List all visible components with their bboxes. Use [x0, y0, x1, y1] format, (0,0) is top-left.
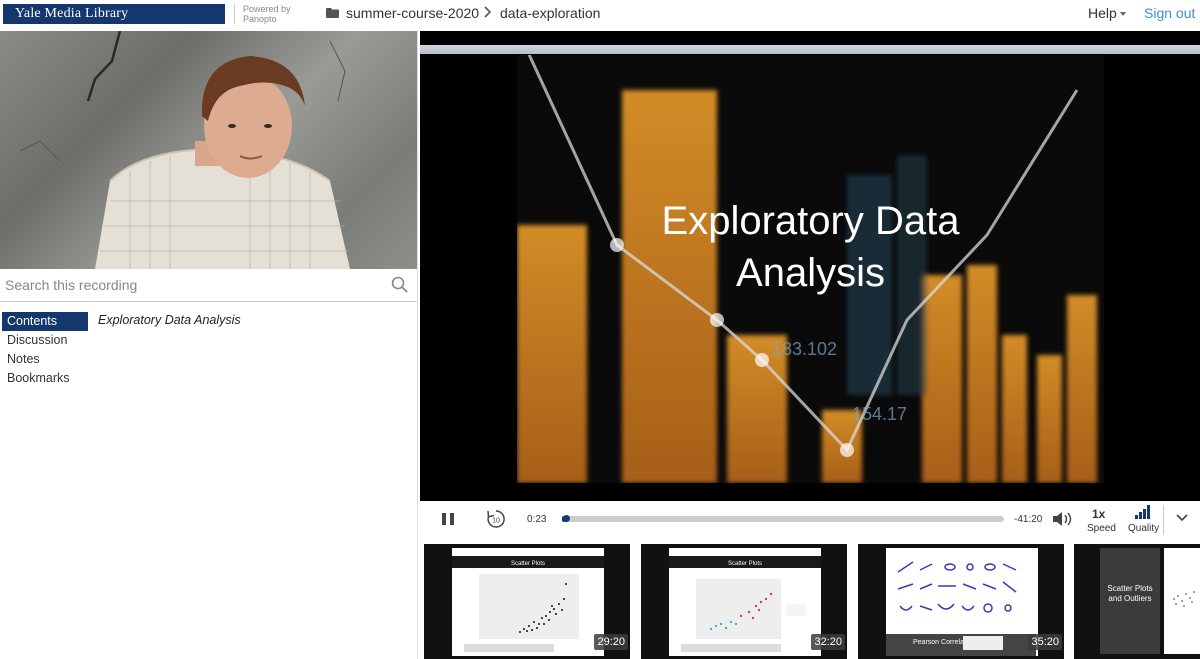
quality-bars-icon[interactable] — [1135, 505, 1151, 519]
seek-bar-handle[interactable] — [563, 515, 570, 522]
yale-media-library-logo[interactable]: Yale Media Library — [3, 4, 225, 24]
screen-menubar — [420, 45, 1200, 54]
top-header: Yale Media Library Powered by Panopto su… — [0, 0, 1200, 31]
search-bar — [0, 269, 417, 302]
sidebar-tabs: Contents Discussion Notes Bookmarks — [2, 312, 88, 388]
divider — [1163, 505, 1164, 535]
slide-title: Exploratory Data Analysis — [517, 195, 1104, 299]
presenter-webcam-video[interactable] — [0, 31, 417, 269]
remaining-time: -41:20 — [1014, 514, 1043, 525]
panopto-line: Panopto — [243, 14, 277, 24]
powered-by-line: Powered by — [243, 4, 291, 14]
quality-label[interactable]: Quality — [1128, 523, 1159, 534]
chevron-right-icon — [484, 6, 492, 18]
sign-out-link[interactable]: Sign out — [1144, 5, 1195, 21]
rewind-10-icon[interactable]: 10 — [486, 509, 506, 529]
caret-down-icon — [1120, 12, 1126, 16]
left-panel: Contents Discussion Notes Bookmarks Expl… — [0, 31, 418, 659]
tab-bookmarks[interactable]: Bookmarks — [2, 369, 88, 388]
thumbnail-2-time: 32:20 — [811, 634, 845, 650]
breadcrumb-session: data-exploration — [500, 5, 601, 21]
main-video-player[interactable]: 183.102 154.17 Exploratory Data Analysis — [420, 31, 1200, 501]
pause-icon[interactable] — [441, 512, 455, 526]
slide-title-line-2: Analysis — [736, 251, 885, 295]
contents-item[interactable]: Exploratory Data Analysis — [98, 313, 241, 327]
tab-discussion[interactable]: Discussion — [2, 331, 88, 350]
current-time: 0:23 — [527, 514, 547, 525]
thumbnail-4[interactable]: Scatter Plots and Outliers — [1074, 544, 1200, 659]
speed-label[interactable]: Speed — [1087, 523, 1116, 534]
thumbnail-1-title: Scatter Plots — [511, 561, 545, 567]
presenter-figure — [19, 31, 350, 269]
search-recording-input[interactable] — [0, 269, 380, 301]
powered-by-panopto: Powered by Panopto — [234, 4, 291, 24]
slide-title-line-1: Exploratory Data — [661, 199, 960, 243]
thumbnail-3[interactable]: Pearson Correlation 35:20 — [858, 544, 1064, 659]
thumbnail-2-title: Scatter Plots — [728, 561, 762, 567]
thumbnail-1[interactable]: Scatter Plots 29:20 — [424, 544, 630, 659]
bg-label-1: 183.102 — [772, 339, 837, 359]
slide-frame: 183.102 154.17 Exploratory Data Analysis — [517, 55, 1104, 483]
thumbnail-4-title: Scatter Plots and Outliers — [1107, 584, 1153, 603]
breadcrumb-folder-link[interactable]: summer-course-2020 — [346, 5, 479, 21]
chevron-down-icon[interactable] — [1176, 514, 1188, 522]
bg-label-2: 154.17 — [852, 404, 907, 424]
folder-icon — [326, 8, 339, 18]
thumbnail-strip: Scatter Plots 29:20 Scatter Plots 32:20 … — [420, 540, 1200, 659]
playback-controls: 10 0:23 -41:20 1x Speed Quality — [420, 501, 1200, 539]
search-icon[interactable] — [391, 276, 408, 293]
svg-text:10: 10 — [492, 518, 500, 525]
tab-contents[interactable]: Contents — [2, 312, 88, 331]
help-menu-button[interactable]: Help — [1088, 5, 1117, 21]
thumbnail-2[interactable]: Scatter Plots 32:20 — [641, 544, 847, 659]
volume-icon[interactable] — [1052, 511, 1074, 527]
seek-bar[interactable] — [562, 515, 1004, 522]
thumbnail-1-time: 29:20 — [594, 634, 628, 650]
speed-value[interactable]: 1x — [1092, 507, 1105, 521]
tab-notes[interactable]: Notes — [2, 350, 88, 369]
thumbnail-3-time: 35:20 — [1028, 634, 1062, 650]
